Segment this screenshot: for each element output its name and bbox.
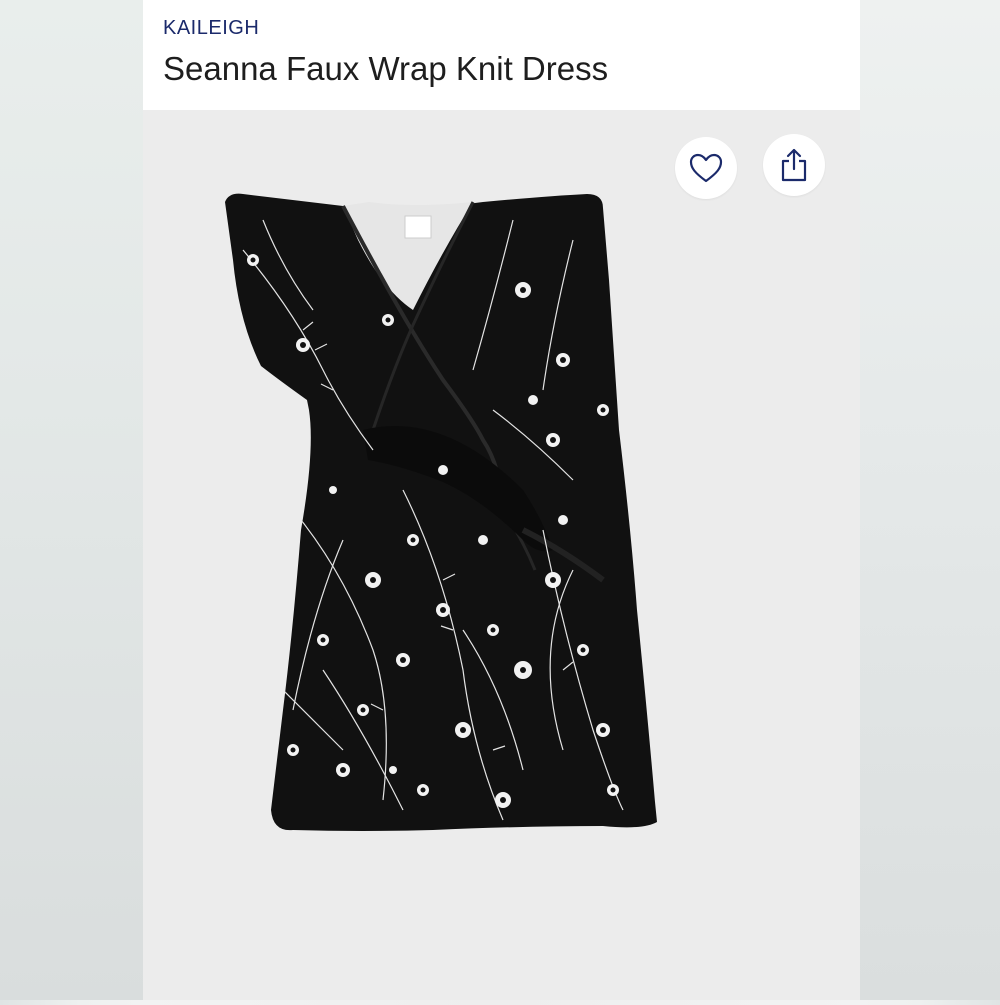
product-header: KAILEIGH Seanna Faux Wrap Knit Dress (143, 0, 860, 110)
background-left-panel (0, 0, 143, 1000)
brand-name[interactable]: KAILEIGH (163, 17, 259, 40)
product-image[interactable] (143, 110, 860, 1000)
product-title: Seanna Faux Wrap Knit Dress (163, 50, 609, 87)
product-card: KAILEIGH Seanna Faux Wrap Knit Dress (143, 0, 860, 1000)
background-right-panel (860, 0, 1000, 1000)
dress-illustration (225, 193, 657, 832)
share-upload-icon (781, 148, 807, 182)
favorite-button[interactable] (675, 137, 737, 199)
share-button[interactable] (763, 134, 825, 196)
heart-outline-icon (689, 153, 723, 183)
